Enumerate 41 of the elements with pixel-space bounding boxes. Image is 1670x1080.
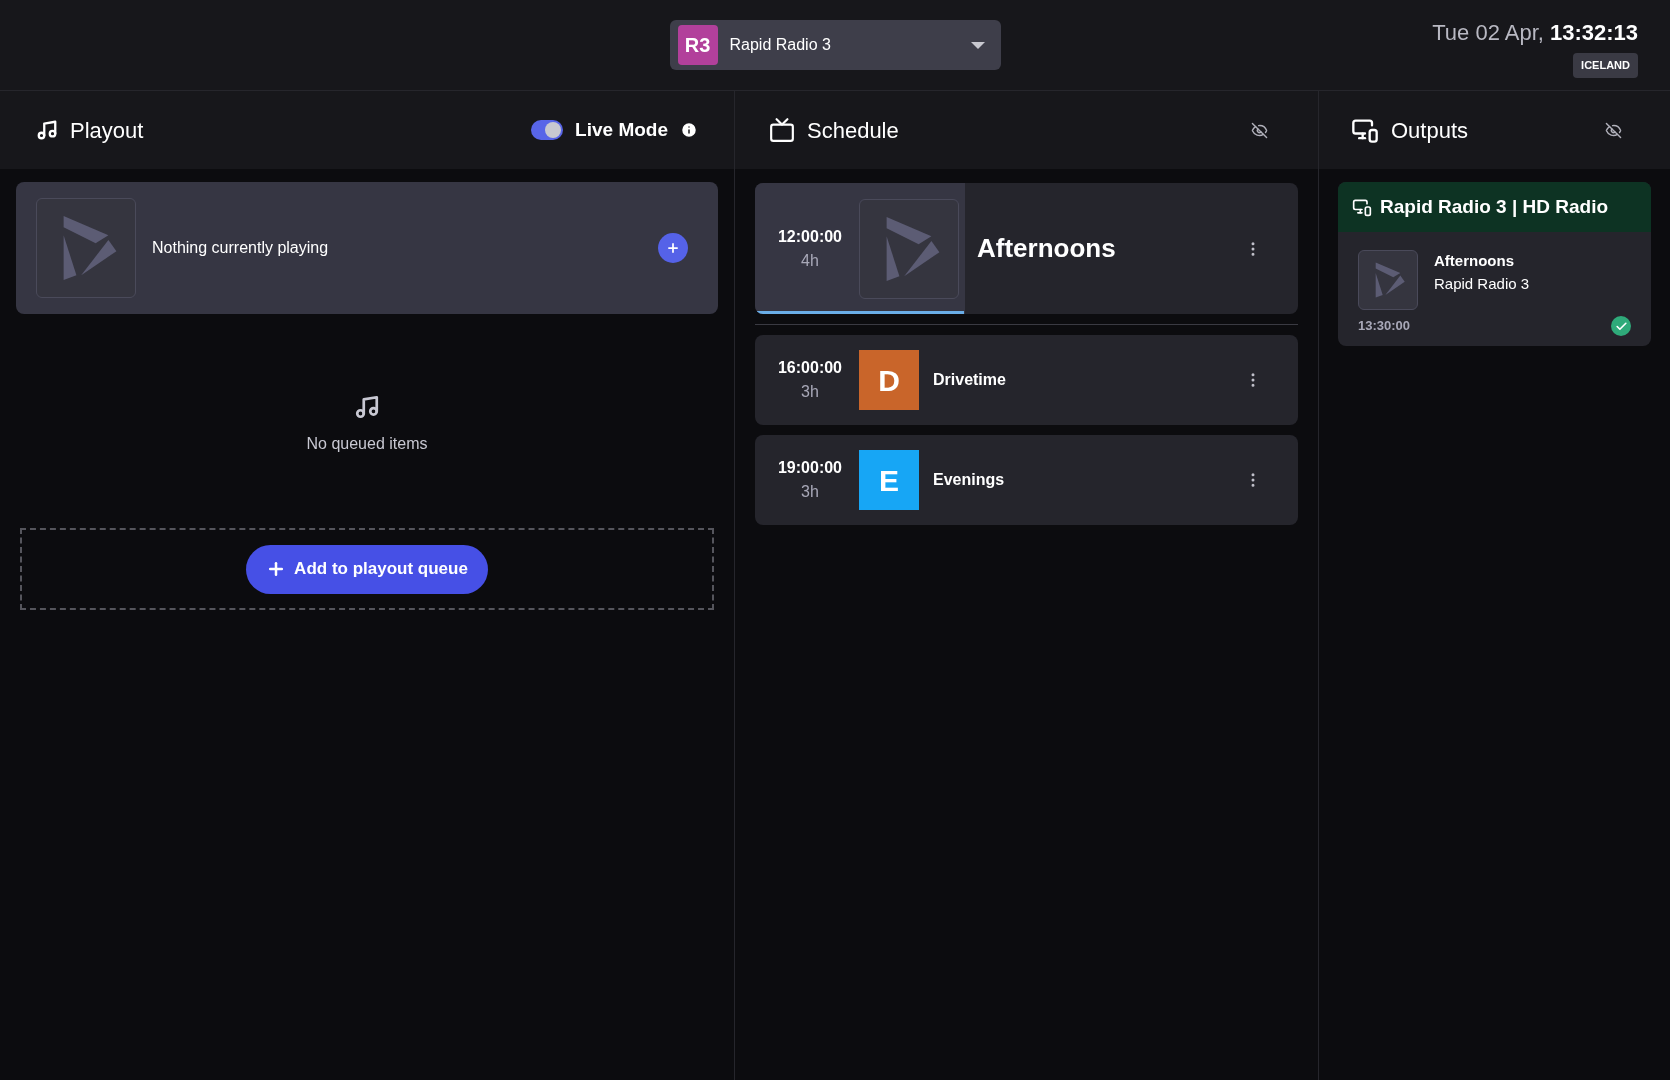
music-note-icon: [36, 119, 58, 141]
show-title: Afternoons: [976, 232, 1117, 265]
live-mode-toggle[interactable]: [531, 120, 564, 140]
start-time: 16:00:00: [777, 358, 842, 378]
info-icon[interactable]: [680, 121, 698, 139]
schedule-card[interactable]: 19:00:00 3h E Evenings: [755, 435, 1298, 525]
plus-icon: [666, 241, 680, 255]
show-logo: D: [859, 350, 919, 410]
station-dropdown[interactable]: R3 Rapid Radio 3: [669, 20, 1001, 70]
caret-icon: [970, 41, 985, 49]
now-playing-text: Nothing currently playing: [152, 238, 330, 258]
output-time: 13:30:00: [1358, 317, 1411, 336]
panel-title: Playout: [70, 116, 145, 145]
add-button[interactable]: [658, 233, 688, 263]
schedule-card[interactable]: 12:00:00 4h Afternoons: [755, 183, 1298, 314]
hide-icon[interactable]: [1251, 121, 1268, 139]
duration-text: 3h: [801, 382, 819, 402]
clock-time: 13:32:13: [1549, 19, 1638, 47]
panel-title: Outputs: [1391, 116, 1470, 145]
output-name: Rapid Radio 3 | HD Radio: [1380, 194, 1609, 219]
start-time: 19:00:00: [777, 458, 842, 478]
hide-icon[interactable]: [1605, 121, 1622, 139]
duration-text: 4h: [801, 250, 819, 271]
show-title: Evenings: [933, 470, 1006, 490]
output-show-title: Afternoons: [1434, 251, 1515, 271]
devices-icon: [1352, 197, 1372, 217]
station-badge: R3: [677, 25, 718, 65]
live-mode-label: Live Mode: [575, 117, 668, 142]
music-note-icon: [354, 394, 380, 420]
add-to-queue-button[interactable]: Add to playout queue: [246, 544, 488, 594]
empty-queue-text: No queued items: [306, 434, 428, 454]
panel-title: Schedule: [807, 116, 900, 145]
duration-text: 3h: [801, 482, 819, 502]
date-text: Tue 02 Apr,: [1432, 19, 1544, 47]
timezone-badge: ICELAND: [1573, 53, 1638, 78]
station-name: Rapid Radio 3: [729, 35, 832, 55]
schedule-card[interactable]: 16:00:00 3h D Drivetime: [755, 335, 1298, 425]
start-time: 12:00:00: [777, 226, 842, 247]
show-logo: E: [859, 450, 919, 510]
show-title: Drivetime: [933, 370, 1007, 390]
output-station: Rapid Radio 3: [1434, 273, 1530, 294]
